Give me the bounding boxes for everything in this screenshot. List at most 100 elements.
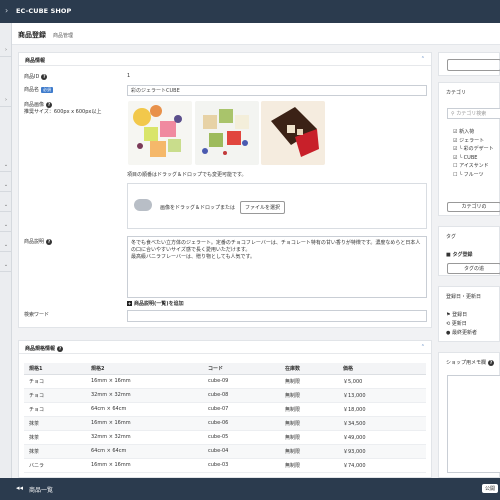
memo-card: ショップ用メモ欄?: [438, 352, 500, 478]
product-image-2[interactable]: [195, 101, 259, 165]
drop-text: 画像をドラッグ＆ドロップまたは: [160, 205, 236, 211]
sidebar-item-4[interactable]: ⌄: [0, 178, 12, 192]
tag-register-link[interactable]: ■ タグ登録: [446, 251, 472, 258]
collapse-icon[interactable]: ⌃: [421, 56, 425, 62]
top-bar: › EC-CUBE SHOP: [0, 0, 500, 23]
help-icon[interactable]: ?: [41, 73, 48, 80]
sidebar-item-5[interactable]: ⌄: [0, 198, 12, 212]
sidebar: › › ⌄ ⌄ ⌄ ⌄ ⌄ ⌄: [0, 23, 12, 478]
plus-icon: +: [127, 301, 132, 306]
cell: チョコ: [24, 402, 86, 417]
date-title: 登録日・更新日: [446, 294, 482, 300]
updated-row: ⟲ 更新日: [446, 321, 467, 327]
tag-add-button[interactable]: タグの追: [447, 263, 500, 274]
category-item[interactable]: ☑ └ 彩のデザート: [453, 145, 494, 154]
cell: 無制限: [280, 444, 338, 459]
category-item[interactable]: ☑ 新入荷: [453, 128, 494, 137]
add-list-description-link[interactable]: + 商品説明(一覧)を追加: [127, 300, 184, 307]
product-name-input[interactable]: 彩のジェラートCUBE: [127, 85, 427, 96]
description-textarea[interactable]: 冬でも食べたい立方体のジェラート。定番のチョコフレーバーは、チョコレート特有の甘…: [127, 236, 427, 298]
sidebar-item-1[interactable]: ›: [0, 43, 12, 57]
category-item[interactable]: ☐ アイスサンド: [453, 162, 494, 171]
shop-name[interactable]: EC-CUBE SHOP: [16, 7, 71, 15]
page-header: 商品登録 商品管理: [12, 23, 500, 45]
table-row: 抹茶 32mm × 32mm cube-05 無制限 ￥49,000: [24, 430, 426, 445]
cell: 64cm × 64cm: [86, 402, 203, 417]
required-badge: 必須: [41, 87, 54, 93]
category-title: カテゴリ: [446, 90, 467, 96]
cell: 無制限: [280, 402, 338, 417]
cell: 64cm × 64cm: [86, 444, 203, 459]
column-header: 価格: [338, 363, 426, 375]
cell: 無制限: [280, 430, 338, 445]
category-card: カテゴリ ⚲ カテゴリ検索 ☑ 新入荷 ☑ ジェラート ☑ └ 彩のデザート ☑…: [438, 82, 500, 216]
category-manage-button[interactable]: カテゴリの: [447, 202, 500, 212]
cell: ￥13,000: [338, 388, 426, 403]
cell: cube-03: [203, 458, 280, 473]
cell: cube-08: [203, 388, 280, 403]
last-updater-row: ● 最終更新者: [446, 330, 477, 336]
back-icon[interactable]: ◂◂: [16, 484, 23, 492]
tag-title: タグ: [446, 234, 457, 240]
help-icon[interactable]: ?: [46, 101, 53, 108]
cell: ￥74,000: [338, 458, 426, 473]
cell: cube-09: [203, 374, 280, 389]
category-search-input[interactable]: ⚲ カテゴリ検索: [447, 108, 500, 119]
collapse-icon[interactable]: ⌃: [421, 344, 425, 350]
table-row: 抹茶 16mm × 16mm cube-06 無制限 ￥34,500: [24, 416, 426, 431]
description-label: 商品説明?: [24, 238, 53, 245]
cell: 無制限: [280, 388, 338, 403]
help-icon[interactable]: ?: [57, 345, 64, 352]
help-icon[interactable]: ?: [488, 359, 495, 366]
cell: 16mm × 16mm: [86, 416, 203, 431]
created-row: ⚑ 登録日: [446, 312, 468, 318]
cell: チョコ: [24, 388, 86, 403]
section-title: 商品情報: [25, 58, 46, 64]
help-icon[interactable]: ?: [46, 238, 53, 245]
sidebar-item-6[interactable]: ⌄: [0, 218, 12, 232]
right-top-card: [438, 52, 500, 76]
menu-toggle-icon[interactable]: ›: [5, 6, 8, 15]
table-row: 抹茶 64cm × 64cm cube-04 無制限 ￥93,000: [24, 444, 426, 459]
table-row: チョコ 64cm × 64cm cube-07 無制限 ￥18,000: [24, 402, 426, 417]
column-header: 規格1: [24, 363, 86, 375]
breadcrumb[interactable]: 商品管理: [53, 32, 73, 39]
cell: cube-07: [203, 402, 280, 417]
tag-card: タグ ■ タグ登録 タグの追: [438, 226, 500, 276]
product-info-header[interactable]: 商品情報 ⌃: [19, 53, 431, 66]
cell: 抹茶: [24, 430, 86, 445]
drag-note: 項目の順番はドラッグ＆ドロップでも変更可能です。: [127, 172, 247, 178]
table-row: バニラ 16mm × 16mm cube-03 無制限 ￥74,000: [24, 458, 426, 473]
sidebar-item-8[interactable]: ⌄: [0, 258, 12, 272]
price-info-header[interactable]: 商品規格情報? ⌃: [19, 341, 431, 354]
right-top-button[interactable]: [447, 59, 500, 71]
image-drop-zone[interactable]: 画像をドラッグ＆ドロップまたは ファイルを選択: [127, 183, 427, 229]
sidebar-item-3[interactable]: ⌄: [0, 158, 12, 172]
cell: 32mm × 32mm: [86, 388, 203, 403]
cell: ￥93,000: [338, 444, 426, 459]
cell: 32mm × 32mm: [86, 430, 203, 445]
publish-status[interactable]: 公開: [482, 484, 499, 493]
table-row: チョコ 32mm × 32mm cube-08 無制限 ￥13,000: [24, 388, 426, 403]
category-item[interactable]: ☑ └ CUBE: [453, 154, 494, 163]
memo-title: ショップ用メモ欄?: [446, 359, 495, 366]
back-to-list-link[interactable]: 商品一覧: [29, 485, 53, 494]
sidebar-item-7[interactable]: ⌄: [0, 238, 12, 252]
cell: cube-06: [203, 416, 280, 431]
search-word-input[interactable]: [127, 310, 427, 322]
cell: チョコ: [24, 374, 86, 389]
table-row: チョコ 16mm × 16mm cube-09 無制限 ￥5,000: [24, 374, 426, 389]
product-image-1[interactable]: [128, 101, 192, 165]
product-image-3[interactable]: [261, 101, 325, 165]
date-list: ⚑ 登録日 ⟲ 更新日 ● 最終更新者: [446, 311, 477, 338]
date-card: 登録日・更新日 ⚑ 登録日 ⟲ 更新日 ● 最終更新者: [438, 286, 500, 342]
cell: ￥34,500: [338, 416, 426, 431]
cell: 無制限: [280, 416, 338, 431]
sidebar-item-2[interactable]: ›: [0, 93, 12, 107]
product-image-label: 商品画像?: [24, 101, 53, 108]
category-item[interactable]: ☐ └ フルーツ: [453, 171, 494, 180]
category-item[interactable]: ☑ ジェラート: [453, 137, 494, 146]
file-select-button[interactable]: ファイルを選択: [240, 201, 286, 214]
column-header: コード: [203, 363, 280, 375]
memo-textarea[interactable]: [447, 375, 500, 473]
